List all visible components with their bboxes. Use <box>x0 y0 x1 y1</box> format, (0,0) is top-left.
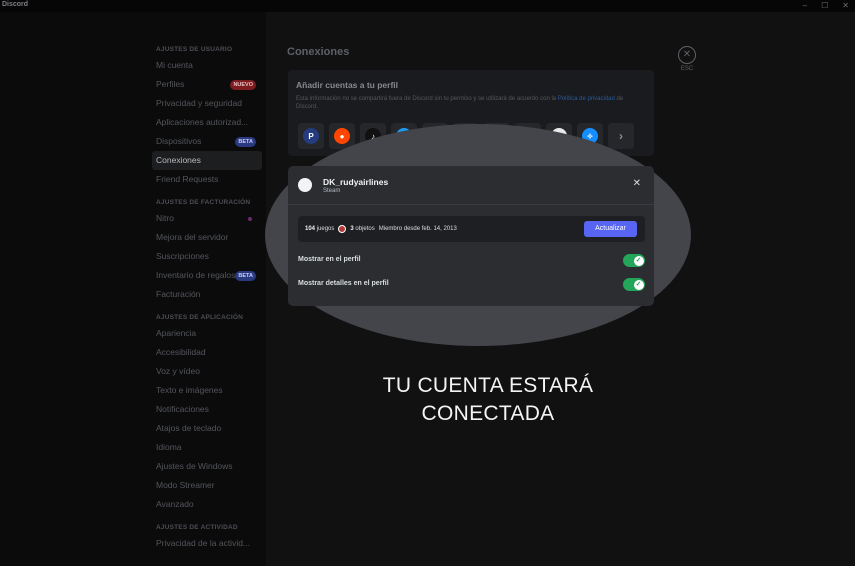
overlay-caption: TU CUENTA ESTARÁ CONECTADA <box>330 372 646 428</box>
sidebar-item-nitro[interactable]: Nitro <box>152 209 262 228</box>
sidebar-item-label: Apariencia <box>156 328 197 338</box>
sidebar-item-label: Mejora del servidor <box>156 232 229 242</box>
caption-line-1: TU CUENTA ESTARÁ <box>382 374 594 397</box>
sidebar-item-mejora-del-servidor[interactable]: Mejora del servidor <box>152 228 262 247</box>
app-name: Discord <box>2 1 29 8</box>
add-accounts-heading: Añadir cuentas a tu perfil <box>296 80 399 90</box>
sidebar-section-heading: AJUSTES DE USUARIO <box>156 46 233 53</box>
sidebar-item-label: Avanzado <box>156 499 194 509</box>
sidebar-section-heading: AJUSTES DE APLICACIÓN <box>156 314 244 321</box>
sidebar-item-texto-e-imágenes[interactable]: Texto e imágenes <box>152 381 262 400</box>
paypal-icon: P <box>303 128 319 144</box>
sidebar-item-aplicaciones-autorizad[interactable]: Aplicaciones autorizad... <box>152 113 262 132</box>
sidebar-item-friend-requests[interactable]: Friend Requests <box>152 170 262 189</box>
sidebar-item-label: Suscripciones <box>156 251 209 261</box>
update-button[interactable]: Actualizar <box>584 221 637 237</box>
sidebar-item-inventario-de-regalos[interactable]: Inventario de regalos BETA <box>152 266 262 285</box>
close-window-icon[interactable]: ✕ <box>842 0 849 12</box>
sidebar-item-label: Accesibilidad <box>156 347 206 357</box>
esc-close[interactable]: ✕ ESC <box>677 46 697 72</box>
sidebar-item-label: Privacidad de la activid... <box>156 538 251 548</box>
sidebar-badge: NUEVO <box>230 80 256 90</box>
maximize-icon[interactable]: ☐ <box>821 0 828 12</box>
account-name: DK_rudyairlines <box>323 177 389 187</box>
sidebar-item-perfiles[interactable]: Perfiles NUEVO <box>152 75 262 94</box>
sidebar-item-label: Texto e imágenes <box>156 385 223 395</box>
sidebar-item-modo-streamer[interactable]: Modo Streamer <box>152 476 262 495</box>
sidebar-item-label: Modo Streamer <box>156 480 215 490</box>
sidebar-item-label: Inventario de regalos <box>156 270 236 280</box>
sidebar-item-conexiones[interactable]: Conexiones <box>152 151 262 170</box>
minimize-icon[interactable]: – <box>803 0 807 12</box>
notification-dot <box>248 217 252 221</box>
sidebar-item-accesibilidad[interactable]: Accesibilidad <box>152 343 262 362</box>
sidebar-item-label: Atajos de teclado <box>156 423 222 433</box>
sidebar-item-mi-cuenta[interactable]: Mi cuenta <box>152 56 262 75</box>
option-show-on-profile: Mostrar en el perfil ✓ <box>298 254 645 268</box>
sidebar-item-label: Idioma <box>156 442 182 452</box>
items-label: objetos <box>355 226 375 232</box>
sidebar-item-privacidad-de-la-activid[interactable]: Privacidad de la activid... <box>152 534 262 553</box>
sidebar-item-label: Perfiles <box>156 79 185 89</box>
connect-chevron-right-button[interactable]: › <box>608 123 634 149</box>
chevron-right-icon: › <box>613 128 629 144</box>
show-details-toggle[interactable]: ✓ <box>623 278 645 291</box>
settings-sidebar: AJUSTES DE USUARIO Mi cuenta Perfiles NUEVO… <box>152 40 262 553</box>
sidebar-item-label: Notificaciones <box>156 404 209 414</box>
check-icon: ✓ <box>633 255 644 266</box>
sidebar-item-label: Friend Requests <box>156 174 219 184</box>
sidebar-item-label: Nitro <box>156 213 174 223</box>
member-since: Miembro desde feb. 14, 2013 <box>378 226 457 232</box>
sidebar-item-apariencia[interactable]: Apariencia <box>152 324 262 343</box>
sidebar-item-label: Voz y vídeo <box>156 366 200 376</box>
items-count: 3 <box>350 226 354 232</box>
games-label: juegos <box>316 226 335 232</box>
sidebar-item-suscripciones[interactable]: Suscripciones <box>152 247 262 266</box>
sidebar-item-label: Conexiones <box>156 155 201 165</box>
sidebar-item-dispositivos[interactable]: Dispositivos BETA <box>152 132 262 151</box>
tf2-icon <box>338 225 347 233</box>
account-header: DK_rudyairlines Steam ✕ <box>288 166 654 205</box>
esc-label: ESC <box>680 66 694 72</box>
connected-account-card: DK_rudyairlines Steam ✕ 104 juegos 3 obj… <box>288 166 654 306</box>
sidebar-item-label: Facturación <box>156 289 201 299</box>
sidebar-item-voz-y-vídeo[interactable]: Voz y vídeo <box>152 362 262 381</box>
sidebar-item-label: Dispositivos <box>156 136 202 146</box>
sidebar-section-heading: AJUSTES DE FACTURACIÓN <box>156 199 251 206</box>
sidebar-badge: BETA <box>235 271 256 281</box>
check-icon: ✓ <box>633 279 644 290</box>
sidebar-badge: BETA <box>235 137 256 147</box>
privacy-policy-link[interactable]: Política de privacidad <box>558 96 615 102</box>
page-title: Conexiones <box>287 46 350 58</box>
sidebar-item-avanzado[interactable]: Avanzado <box>152 495 262 514</box>
close-icon[interactable]: ✕ <box>678 46 696 64</box>
disconnect-icon[interactable]: ✕ <box>633 178 641 189</box>
games-count: 104 <box>305 226 316 232</box>
sidebar-item-notificaciones[interactable]: Notificaciones <box>152 400 262 419</box>
window-controls: – ☐ ✕ <box>803 0 849 12</box>
connect-paypal-button[interactable]: P <box>298 123 324 149</box>
option-label: Mostrar en el perfil <box>298 256 361 263</box>
sidebar-section-heading: AJUSTES DE ACTIVIDAD <box>156 524 238 531</box>
show-on-profile-toggle[interactable]: ✓ <box>623 254 645 267</box>
title-bar: Discord – ☐ ✕ <box>0 0 855 12</box>
option-label: Mostrar detalles en el perfil <box>298 280 389 287</box>
reddit-icon: ● <box>334 128 350 144</box>
account-platform: Steam <box>323 188 341 194</box>
sidebar-item-facturación[interactable]: Facturación <box>152 285 262 304</box>
account-stats: 104 juegos 3 objetos Miembro desde feb. … <box>298 216 645 242</box>
steam-icon <box>298 178 312 192</box>
caption-line-2: CONECTADA <box>421 402 555 425</box>
sidebar-item-label: Privacidad y seguridad <box>156 98 242 108</box>
sidebar-item-label: Ajustes de Windows <box>156 461 233 471</box>
sidebar-item-ajustes-de-windows[interactable]: Ajustes de Windows <box>152 457 262 476</box>
sidebar-item-label: Mi cuenta <box>156 60 193 70</box>
option-show-details: Mostrar detalles en el perfil ✓ <box>298 278 645 292</box>
sidebar-item-atajos-de-teclado[interactable]: Atajos de teclado <box>152 419 262 438</box>
sidebar-item-label: Aplicaciones autorizad... <box>156 117 249 127</box>
add-accounts-description: Esta información no se compartirá fuera … <box>296 96 624 110</box>
sidebar-item-privacidad-y-seguridad[interactable]: Privacidad y seguridad <box>152 94 262 113</box>
sidebar-item-idioma[interactable]: Idioma <box>152 438 262 457</box>
